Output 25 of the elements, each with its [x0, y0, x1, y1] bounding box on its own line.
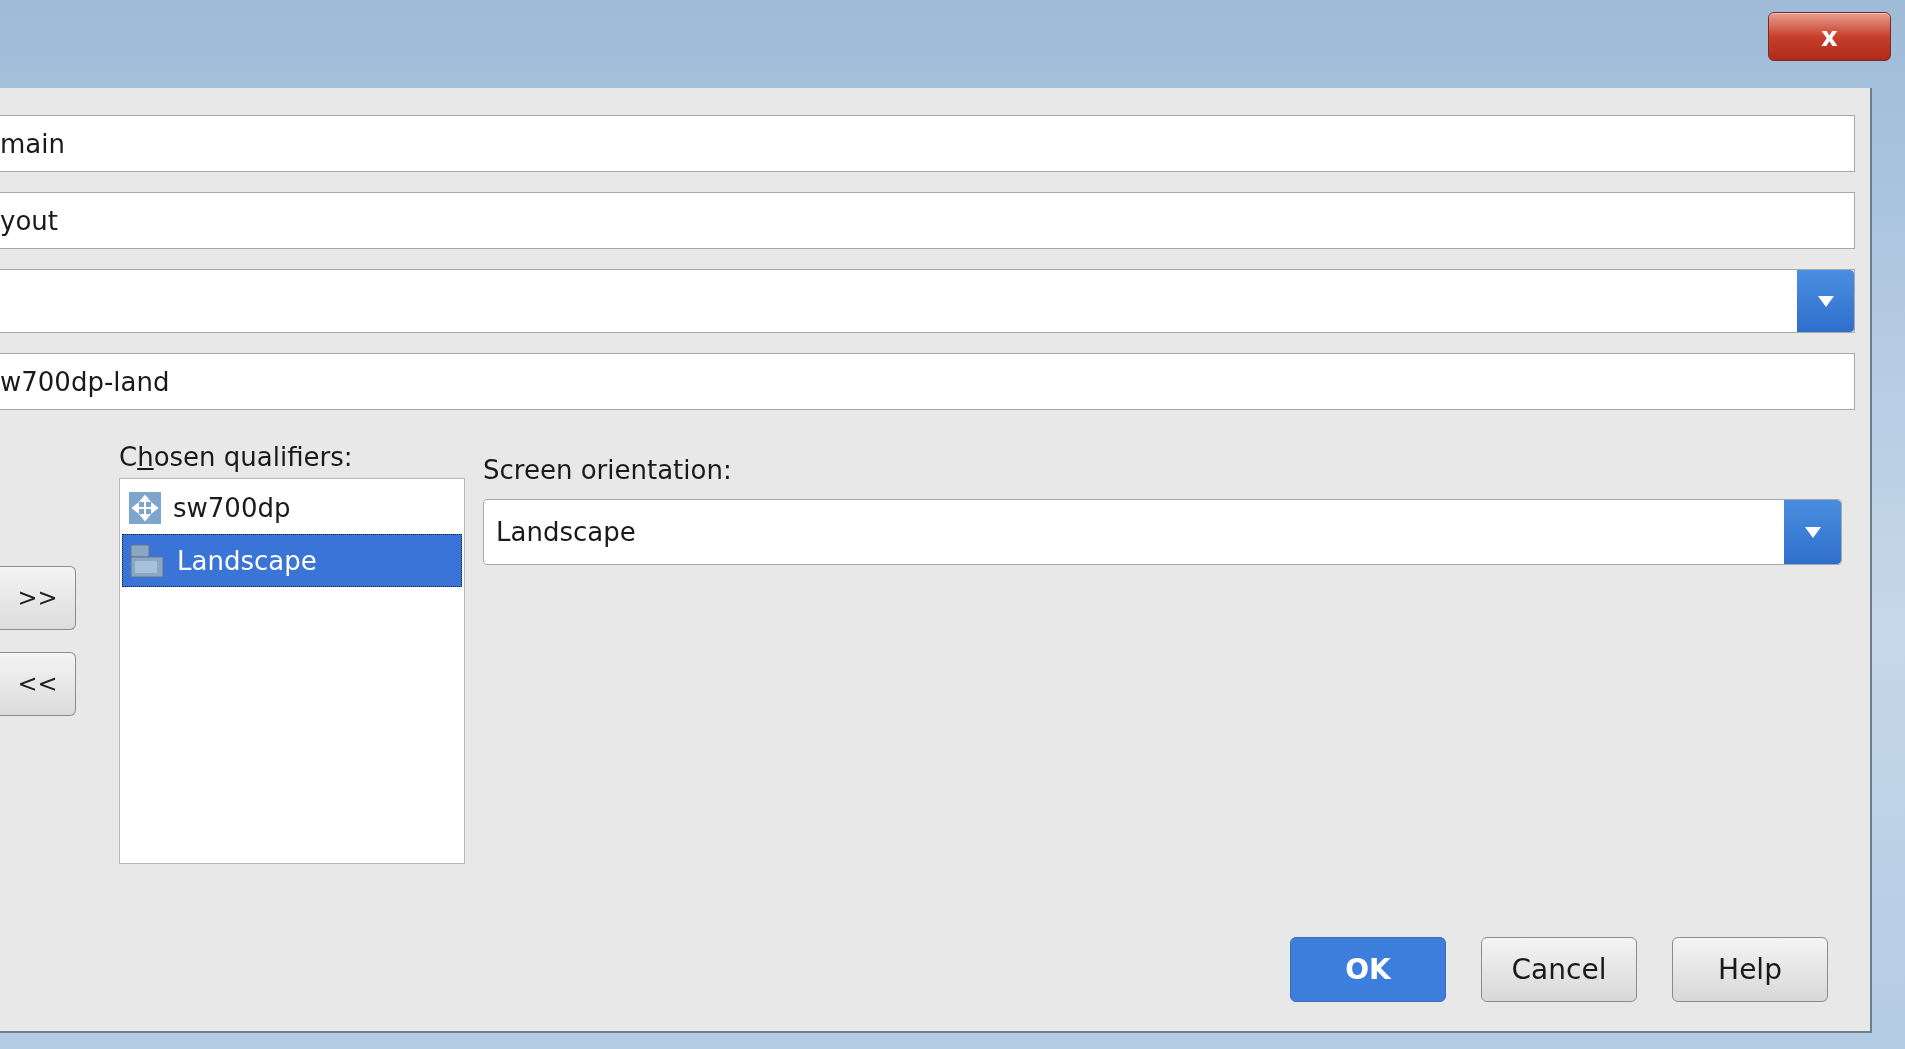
dropdown-field[interactable]: [0, 269, 1855, 333]
orientation-value: Landscape: [496, 517, 636, 547]
dropdown-button[interactable]: [1797, 270, 1854, 332]
move-button[interactable]: <<: [0, 652, 76, 716]
qualifier-label: Landscape: [177, 545, 317, 576]
qualifier-item[interactable]: sw700dp: [122, 481, 462, 534]
move-button[interactable]: >>: [0, 566, 76, 630]
qualifier-item[interactable]: Landscape: [122, 534, 462, 587]
dialog-button[interactable]: Help: [1672, 937, 1828, 1002]
chosen-qualifiers-label: Chosen qualifiers:: [119, 442, 354, 472]
resize-arrows-icon: [129, 491, 161, 524]
qualifier-list[interactable]: sw700dp Landscape: [119, 478, 465, 864]
screen-orientation-label: Screen orientation:: [483, 455, 733, 485]
text-field[interactable]: w700dp-land: [0, 353, 1855, 410]
text-field[interactable]: yout: [0, 192, 1855, 249]
dialog-button[interactable]: Cancel: [1481, 937, 1637, 1002]
close-button[interactable]: x: [1768, 12, 1891, 61]
dropdown-arrow-icon: [1817, 295, 1834, 307]
dialog-button[interactable]: OK: [1290, 937, 1446, 1002]
dropdown-button[interactable]: [1784, 500, 1841, 564]
qualifier-label: sw700dp: [173, 492, 291, 523]
dropdown-arrow-icon: [1804, 526, 1821, 538]
tablet-landscape-icon: [129, 542, 165, 579]
text-field[interactable]: main: [0, 115, 1855, 172]
orientation-dropdown[interactable]: Landscape: [483, 499, 1842, 565]
